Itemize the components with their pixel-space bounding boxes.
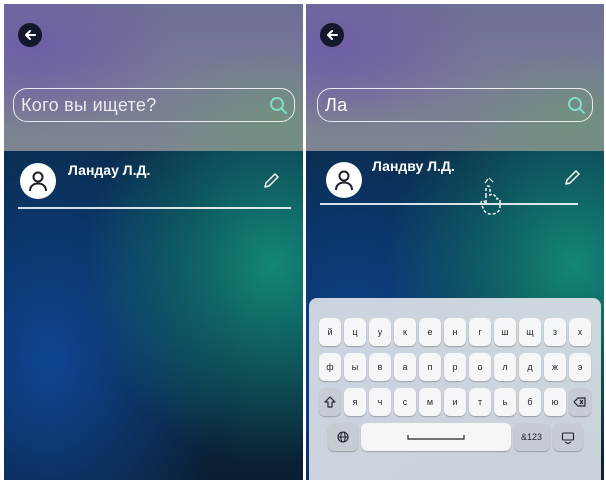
- search-icon[interactable]: [268, 95, 288, 115]
- contact-name: Ландву Л.Д.: [372, 158, 455, 174]
- search-input[interactable]: Ла: [317, 88, 593, 122]
- key[interactable]: ц: [344, 318, 366, 346]
- divider: [320, 203, 578, 205]
- key[interactable]: ж: [544, 353, 566, 381]
- keyboard-row-3: я ч с м и т ь б ю: [315, 388, 595, 416]
- key[interactable]: ь: [494, 388, 516, 416]
- key[interactable]: в: [369, 353, 391, 381]
- key[interactable]: г: [469, 318, 491, 346]
- person-icon: [29, 171, 47, 192]
- divider: [18, 207, 291, 209]
- avatar: [326, 162, 362, 198]
- contact-row[interactable]: Ландву Л.Д.: [320, 156, 592, 204]
- key[interactable]: а: [394, 353, 416, 381]
- key[interactable]: й: [319, 318, 341, 346]
- search-input[interactable]: Кого вы ищете?: [13, 88, 295, 122]
- key[interactable]: е: [419, 318, 441, 346]
- arrow-left-icon: [25, 30, 36, 40]
- hand-pointer-icon: [480, 177, 501, 215]
- key[interactable]: у: [369, 318, 391, 346]
- key[interactable]: х: [569, 318, 591, 346]
- key[interactable]: м: [419, 388, 441, 416]
- key[interactable]: л: [494, 353, 516, 381]
- key[interactable]: с: [394, 388, 416, 416]
- key[interactable]: ы: [344, 353, 366, 381]
- backspace-key[interactable]: [569, 388, 591, 416]
- key[interactable]: ю: [544, 388, 566, 416]
- key[interactable]: я: [344, 388, 366, 416]
- pencil-icon[interactable]: [261, 171, 281, 191]
- key[interactable]: ф: [319, 353, 341, 381]
- key[interactable]: ш: [494, 318, 516, 346]
- keyboard-icon: [561, 432, 574, 444]
- contact-name: Ландау Л.Д.: [68, 162, 151, 178]
- key[interactable]: и: [444, 388, 466, 416]
- search-icon[interactable]: [566, 95, 586, 115]
- key[interactable]: д: [519, 353, 541, 381]
- contact-row[interactable]: Ландау Л.Д.: [18, 159, 291, 207]
- key[interactable]: н: [444, 318, 466, 346]
- key[interactable]: к: [394, 318, 416, 346]
- arrow-left-icon: [327, 30, 338, 40]
- space-icon: [406, 435, 465, 440]
- globe-icon: [336, 431, 349, 443]
- keyboard-hide-key[interactable]: [552, 423, 583, 451]
- key[interactable]: р: [444, 353, 466, 381]
- person-icon: [335, 170, 353, 191]
- keyboard-row-1: й ц у к е н г ш щ з х: [315, 318, 595, 346]
- key[interactable]: ч: [369, 388, 391, 416]
- key[interactable]: о: [469, 353, 491, 381]
- back-button[interactable]: [320, 23, 344, 47]
- shift-icon: [324, 396, 336, 408]
- keyboard-row-4: &123: [315, 423, 595, 451]
- header-panel: [4, 4, 303, 151]
- key[interactable]: щ: [519, 318, 541, 346]
- on-screen-keyboard: й ц у к е н г ш щ з х ф ы в а п р о л д …: [309, 298, 601, 480]
- globe-key[interactable]: [327, 423, 358, 451]
- search-placeholder: Кого вы ищете?: [21, 94, 157, 115]
- key[interactable]: п: [419, 353, 441, 381]
- space-key[interactable]: [360, 423, 511, 451]
- back-button[interactable]: [18, 23, 42, 47]
- keyboard-row-2: ф ы в а п р о л д ж э: [315, 353, 595, 381]
- header-panel: [306, 4, 604, 151]
- key[interactable]: э: [569, 353, 591, 381]
- numbers-key[interactable]: &123: [513, 423, 550, 451]
- shift-key[interactable]: [319, 388, 341, 416]
- pencil-icon[interactable]: [562, 168, 582, 188]
- screen-left: Кого вы ищете? Ландау Л.Д.: [4, 4, 303, 480]
- key[interactable]: б: [519, 388, 541, 416]
- key[interactable]: з: [544, 318, 566, 346]
- screen-right: Ла Ландву Л.Д. й ц у к е н г ш щ з х ф ы: [306, 4, 604, 480]
- key[interactable]: т: [469, 388, 491, 416]
- avatar: [20, 163, 56, 199]
- backspace-icon: [573, 397, 586, 407]
- search-value: Ла: [325, 94, 348, 115]
